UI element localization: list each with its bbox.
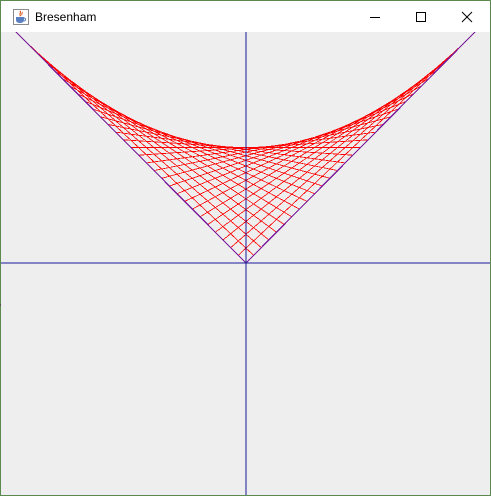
maximize-icon <box>416 11 426 22</box>
maximize-button[interactable] <box>398 1 444 32</box>
minimize-button[interactable] <box>352 1 398 32</box>
window-title: Bresenham <box>35 10 97 24</box>
close-icon <box>461 11 473 22</box>
app-window: Bresenham <box>0 0 491 496</box>
title-bar[interactable]: Bresenham <box>1 1 490 32</box>
close-button[interactable] <box>444 1 490 32</box>
java-coffee-cup-icon <box>13 9 29 25</box>
edge-mark <box>0 304 1 306</box>
drawing-canvas <box>1 32 490 495</box>
minimize-icon <box>370 16 380 18</box>
